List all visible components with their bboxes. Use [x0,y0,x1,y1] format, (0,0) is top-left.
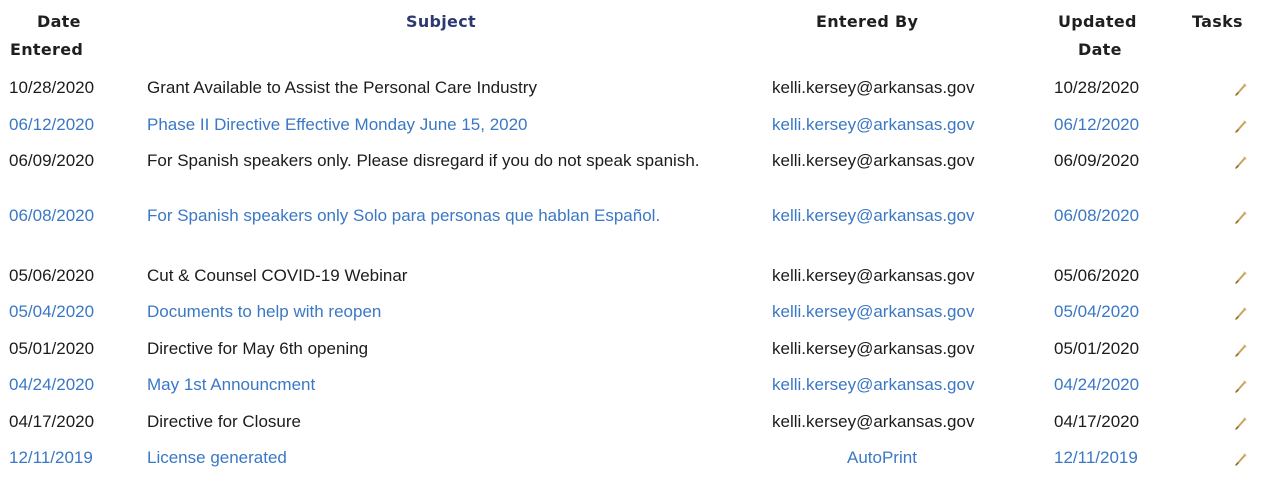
table-row[interactable]: 04/17/2020 Directive for Closure kelli.k… [0,403,1274,439]
updated-date-cell: 04/24/2020 [1054,375,1140,394]
table-row[interactable]: 05/06/2020 Cut & Counsel COVID-19 Webina… [0,257,1274,293]
date-entered-cell: 12/11/2019 [9,448,93,467]
updated-date-cell: 12/11/2019 [1054,448,1138,467]
table-row[interactable]: 05/04/2020 Documents to help with reopen… [0,293,1274,330]
table-row[interactable]: 04/24/2020 May 1st Announcment kelli.ker… [0,366,1274,403]
updated-date-cell: 05/04/2020 [1054,302,1140,321]
pencil-icon[interactable] [1234,207,1248,224]
subject-cell[interactable]: Directive for Closure [138,403,748,439]
column-header-date-entered-line2: Entered [10,40,84,59]
pencil-icon[interactable] [1234,303,1248,320]
subject-cell[interactable]: Phase II Directive Effective Monday June… [138,106,748,142]
date-entered-cell: 04/17/2020 [9,412,95,431]
header-row: Date Entered Subject Entered By Updated … [0,0,1274,69]
tasks-cell [1164,403,1274,439]
tasks-cell [1164,293,1274,330]
subject-cell[interactable]: May 1st Announcment [138,366,748,403]
table-row[interactable]: 06/09/2020 For Spanish speakers only. Pl… [0,142,1274,197]
entered-by-cell: kelli.kersey@arkansas.gov [772,339,975,358]
subject-cell[interactable]: Directive for May 6th opening [138,330,748,366]
column-header-updated-date-line1: Updated [1058,12,1137,31]
tasks-cell [1164,142,1274,197]
column-header-date-entered[interactable]: Date Entered [0,0,138,69]
tasks-cell [1164,330,1274,366]
updated-date-cell: 05/01/2020 [1054,339,1140,358]
table-row[interactable]: 10/28/2020 Grant Available to Assist the… [0,69,1274,106]
subject-cell[interactable]: License generated [138,439,748,475]
entered-by-cell: kelli.kersey@arkansas.gov [772,266,975,285]
column-header-entered-by-label: Entered By [816,12,919,31]
updated-date-cell: 04/17/2020 [1054,412,1140,431]
date-entered-cell: 10/28/2020 [9,78,95,97]
entered-by-cell: kelli.kersey@arkansas.gov [772,78,975,97]
updated-date-cell: 06/09/2020 [1054,151,1140,170]
entered-by-cell: kelli.kersey@arkansas.gov [772,206,975,225]
updated-date-cell: 06/08/2020 [1054,206,1140,225]
updated-date-cell: 05/06/2020 [1054,266,1140,285]
table-body: 10/28/2020 Grant Available to Assist the… [0,69,1274,475]
subject-cell[interactable]: For Spanish speakers only. Please disreg… [138,142,748,197]
column-header-tasks-label: Tasks [1192,12,1243,31]
tasks-cell [1164,106,1274,142]
date-entered-cell: 04/24/2020 [9,375,95,394]
tasks-cell [1164,257,1274,293]
tasks-cell [1164,69,1274,106]
column-header-subject[interactable]: Subject [138,0,748,69]
date-entered-cell: 06/08/2020 [9,206,95,225]
tasks-cell [1164,366,1274,403]
subject-cell[interactable]: Cut & Counsel COVID-19 Webinar [138,257,748,293]
pencil-icon[interactable] [1234,267,1248,284]
tasks-cell [1164,197,1274,257]
column-header-entered-by[interactable]: Entered By [748,0,1038,69]
entered-by-cell: kelli.kersey@arkansas.gov [772,302,975,321]
pencil-icon[interactable] [1234,376,1248,393]
table-row[interactable]: 06/08/2020 For Spanish speakers only Sol… [0,197,1274,257]
pencil-icon[interactable] [1234,413,1248,430]
entered-by-cell: kelli.kersey@arkansas.gov [772,375,975,394]
date-entered-cell: 05/04/2020 [9,302,95,321]
entered-by-cell: kelli.kersey@arkansas.gov [772,151,975,170]
pencil-icon[interactable] [1234,116,1248,133]
table-row[interactable]: 12/11/2019 License generated AutoPrint 1… [0,439,1274,475]
entered-by-cell: kelli.kersey@arkansas.gov [772,412,975,431]
table-row[interactable]: 05/01/2020 Directive for May 6th opening… [0,330,1274,366]
column-header-updated-date[interactable]: Updated Date [1038,0,1164,69]
updated-date-cell: 10/28/2020 [1054,78,1140,97]
tasks-cell [1164,439,1274,475]
column-header-tasks: Tasks [1164,0,1274,69]
pencil-icon[interactable] [1234,79,1248,96]
pencil-icon[interactable] [1234,449,1248,466]
notes-table: Date Entered Subject Entered By Updated … [0,0,1274,475]
date-entered-cell: 05/01/2020 [9,339,95,358]
date-entered-cell: 06/12/2020 [9,115,95,134]
subject-cell[interactable]: For Spanish speakers only Solo para pers… [138,197,748,257]
entered-by-cell: AutoPrint [847,448,917,467]
date-entered-cell: 06/09/2020 [9,151,95,170]
column-header-date-entered-line1: Date [37,12,81,31]
updated-date-cell: 06/12/2020 [1054,115,1140,134]
table-header: Date Entered Subject Entered By Updated … [0,0,1274,69]
entered-by-cell: kelli.kersey@arkansas.gov [772,115,975,134]
pencil-icon[interactable] [1234,152,1248,169]
subject-cell[interactable]: Documents to help with reopen [138,293,748,330]
column-header-updated-date-line2: Date [1078,40,1122,59]
table-row[interactable]: 06/12/2020 Phase II Directive Effective … [0,106,1274,142]
date-entered-cell: 05/06/2020 [9,266,95,285]
subject-cell[interactable]: Grant Available to Assist the Personal C… [138,69,748,106]
pencil-icon[interactable] [1234,340,1248,357]
column-header-subject-label: Subject [406,12,476,31]
